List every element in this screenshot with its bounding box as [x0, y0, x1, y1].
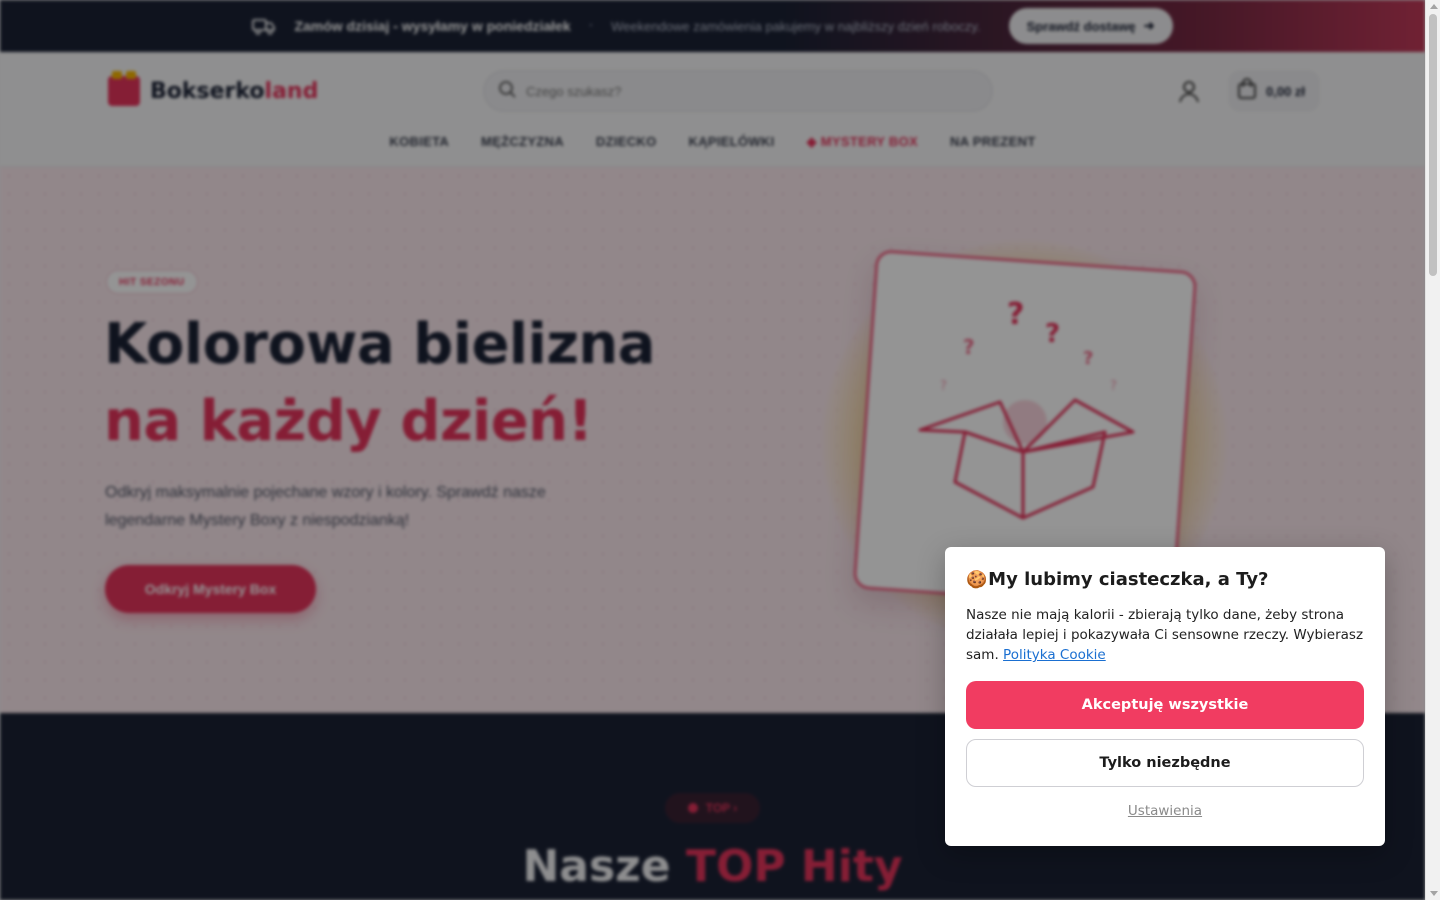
cookie-title-text: My lubimy ciasteczka, a Ty?	[988, 569, 1269, 590]
necessary-only-button[interactable]: Tylko niezbędne	[966, 739, 1364, 787]
scrollbar[interactable]	[1425, 0, 1440, 900]
cookie-consent-dialog: 🍪 My lubimy ciasteczka, a Ty? Nasze nie …	[945, 547, 1385, 846]
cookie-title: 🍪 My lubimy ciasteczka, a Ty?	[966, 569, 1364, 591]
cookie-settings-link[interactable]: Ustawienia	[966, 803, 1364, 819]
accept-all-button[interactable]: Akceptuję wszystkie	[966, 681, 1364, 729]
cookie-icon: 🍪	[966, 570, 988, 590]
cookie-policy-link[interactable]: Polityka Cookie	[1003, 647, 1106, 663]
scrollbar-thumb[interactable]	[1429, 14, 1437, 276]
scroll-down-icon[interactable]	[1430, 891, 1438, 896]
cookie-description: Nasze nie mają kalorii - zbierają tylko …	[966, 605, 1366, 665]
scroll-up-icon[interactable]	[1430, 4, 1438, 9]
